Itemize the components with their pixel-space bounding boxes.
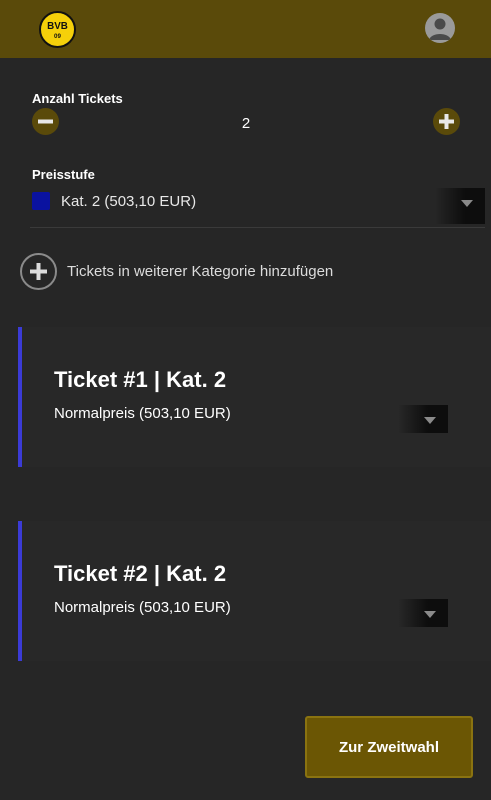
category-color-swatch <box>32 192 50 210</box>
ticket-title: Ticket #2 | Kat. 2 <box>54 561 227 586</box>
increase-quantity-button[interactable] <box>433 108 460 135</box>
add-category-label: Tickets in weiterer Kategorie hinzufügen <box>67 263 334 280</box>
chevron-down-icon[interactable] <box>435 188 485 224</box>
ticket-card-2: Ticket #2 | Kat. 2 Normalpreis (503,10 E… <box>18 521 491 661</box>
add-category-button[interactable]: Tickets in weiterer Kategorie hinzufügen <box>20 253 440 291</box>
app-header: BVB 09 <box>0 0 491 58</box>
plus-icon <box>439 114 454 129</box>
minus-icon <box>38 119 53 124</box>
ticket-card-1: Ticket #1 | Kat. 2 Normalpreis (503,10 E… <box>18 327 491 467</box>
price-tier-select[interactable]: Kat. 2 (503,10 EUR) <box>30 188 485 228</box>
quantity-label: Anzahl Tickets <box>32 91 123 106</box>
chevron-down-icon[interactable] <box>398 405 448 433</box>
logo-text-top: BVB <box>47 21 68 32</box>
ticket-title: Ticket #1 | Kat. 2 <box>54 367 227 392</box>
logo-text-bottom: 09 <box>54 33 61 40</box>
price-tier-label: Preisstufe <box>32 167 95 182</box>
ticket-price-option[interactable]: Normalpreis (503,10 EUR) <box>54 599 231 616</box>
next-choice-button[interactable]: Zur Zweitwahl <box>305 716 473 778</box>
ticket-price-option[interactable]: Normalpreis (503,10 EUR) <box>54 405 231 422</box>
quantity-value: 2 <box>241 115 251 132</box>
chevron-down-icon[interactable] <box>398 599 448 627</box>
decrease-quantity-button[interactable] <box>32 108 59 135</box>
user-profile-icon[interactable] <box>425 13 455 43</box>
bvb-logo[interactable]: BVB 09 <box>39 11 76 48</box>
add-circle-icon <box>20 253 57 290</box>
price-tier-selected: Kat. 2 (503,10 EUR) <box>61 193 197 210</box>
